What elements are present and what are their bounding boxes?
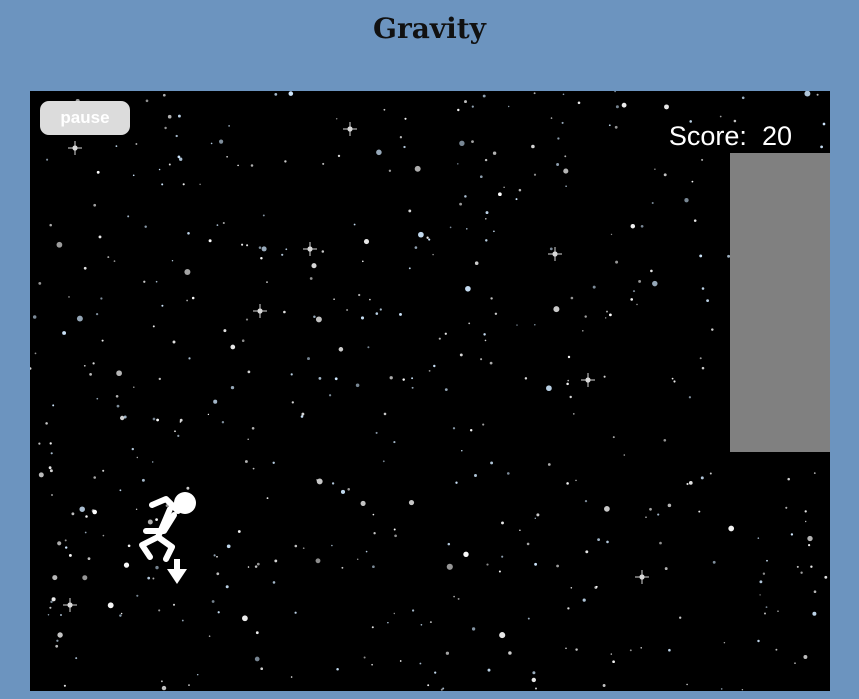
page-title: Gravity bbox=[373, 12, 486, 45]
score-value: 20 bbox=[761, 121, 792, 151]
stick-figure-falling-icon bbox=[139, 492, 196, 562]
pause-button[interactable]: pause bbox=[40, 101, 130, 135]
arrow-down-icon bbox=[167, 559, 187, 584]
game-canvas[interactable]: Score: 20 pause bbox=[30, 91, 830, 691]
score-label: Score: bbox=[668, 121, 747, 151]
obstacle-wall bbox=[730, 153, 830, 452]
player-character bbox=[139, 492, 196, 584]
score-display: Score: 20 bbox=[669, 121, 792, 152]
starfield-background bbox=[30, 91, 830, 691]
